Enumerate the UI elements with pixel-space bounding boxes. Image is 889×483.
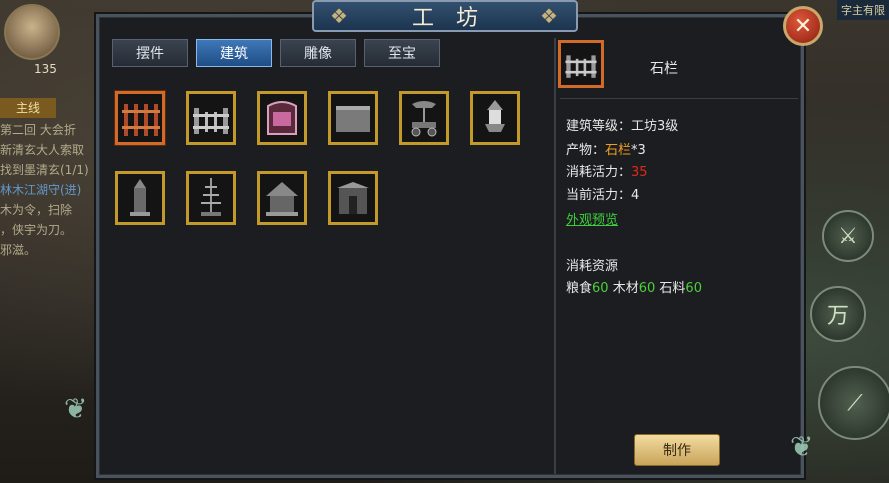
item-slot-stone-fence[interactable] (186, 91, 236, 145)
item-slot-wall[interactable] (328, 91, 378, 145)
quest-line: 林木江湖守(进) (0, 183, 82, 197)
product-count: *3 (631, 143, 646, 158)
screen-icon (267, 101, 297, 135)
cost-label: 消耗活力： (566, 165, 632, 180)
quest-line: 找到墨清玄(1/1) (0, 163, 89, 177)
product-label: 产物： (566, 143, 606, 158)
resources-title: 消耗资源 (566, 259, 619, 274)
fence-stone-icon (565, 55, 597, 78)
pillar-icon (130, 179, 150, 216)
leaf-ornament-icon: ❦ (64, 392, 88, 425)
current-energy-label: 当前活力： (566, 188, 632, 203)
selected-item-name: 石栏 (650, 61, 678, 77)
pavilion-icon (266, 182, 298, 216)
product-row: 产物：石栏*3 (566, 139, 646, 158)
sword-skill-icon[interactable]: ⚔ (822, 210, 874, 262)
player-level: 135 (34, 62, 57, 76)
make-button[interactable]: 制作 (634, 434, 720, 466)
item-slot-gate[interactable] (328, 171, 378, 225)
quest-tracker[interactable]: 第二回 大会折 新清玄大人索取 找到墨清玄(1/1) 林木江湖守(进) 木为令，… (0, 120, 100, 260)
appearance-preview-link[interactable]: 外观预览 (566, 209, 618, 228)
main-quest-tag[interactable]: 主线 (0, 98, 56, 118)
cost-value: 35 (631, 165, 648, 180)
tab-ornaments[interactable]: 摆件 (112, 39, 188, 67)
title-ornament-right-icon: ❖ (540, 4, 558, 28)
item-slot-pavilion[interactable] (257, 171, 307, 225)
tab-treasures[interactable]: 至宝 (364, 39, 440, 67)
resource-name: 粮食 (566, 281, 593, 296)
item-slot-screen[interactable] (257, 91, 307, 145)
detail-divider (560, 98, 798, 99)
skill-button[interactable]: 万 (810, 286, 866, 342)
item-slot-red-fence[interactable] (115, 91, 165, 145)
item-slot-lamp[interactable] (470, 91, 520, 145)
fence-stone-icon (193, 108, 229, 134)
quest-line: 木为令，扫除 (0, 203, 73, 217)
tab-statues[interactable]: 雕像 (280, 39, 356, 67)
resources-row: 粮食60 木材60 石料60 (566, 277, 702, 296)
cost-row: 消耗活力：35 (566, 161, 648, 180)
panel-title: 工坊 (312, 0, 578, 32)
top-right-label: 字主有限 (837, 0, 889, 20)
quest-line: 新清玄大人索取 (0, 143, 85, 157)
building-level-row: 建筑等级：工坊3级 (566, 115, 678, 134)
resource-amount: 60 (592, 281, 609, 296)
product-value: 石栏 (605, 143, 632, 158)
fence-red-icon (122, 104, 160, 136)
title-ornament-left-icon: ❖ (330, 4, 348, 28)
building-level-label: 建筑等级： (566, 119, 632, 134)
cart-icon (411, 101, 437, 137)
workshop-panel (96, 14, 804, 478)
attack-button[interactable]: ⟋ (818, 366, 889, 440)
leaf-ornament-icon: ❦ (790, 430, 814, 463)
wall-icon (336, 106, 370, 132)
quest-line: 邪滋。 (0, 243, 37, 257)
current-energy-value: 4 (631, 188, 640, 203)
resource-amount: 60 (685, 281, 702, 296)
selected-item-preview (558, 40, 604, 88)
lamp-icon (485, 100, 505, 132)
current-energy-row: 当前活力：4 (566, 184, 639, 203)
item-slot-pillar[interactable] (115, 171, 165, 225)
resource-amount: 60 (638, 281, 656, 296)
tab-buildings[interactable]: 建筑 (196, 39, 272, 67)
building-level-value: 工坊3级 (631, 119, 679, 134)
resource-name: 木材 (612, 281, 639, 296)
panel-divider (554, 38, 556, 474)
player-avatar[interactable] (4, 4, 60, 60)
gate-icon (337, 182, 369, 214)
item-slot-cart[interactable] (399, 91, 449, 145)
quest-line: ，侠宇为刀。 (0, 223, 73, 237)
item-slot-pagoda[interactable] (186, 171, 236, 225)
pagoda-icon (201, 178, 221, 216)
quest-line: 第二回 大会折 (0, 123, 76, 137)
resource-name: 石料 (659, 281, 686, 296)
close-button[interactable]: ✕ (783, 6, 823, 46)
